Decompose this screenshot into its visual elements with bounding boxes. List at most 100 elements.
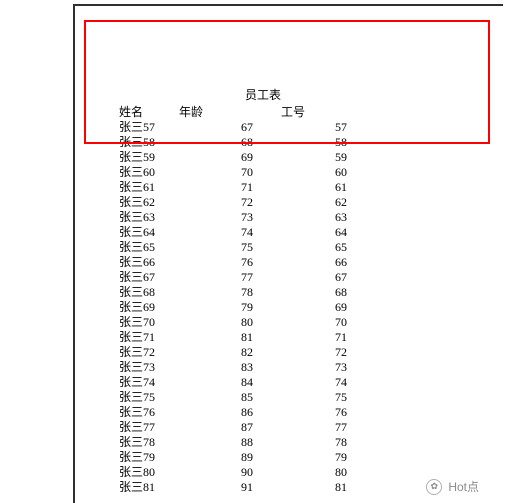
print-page: 员工表 姓名 年龄 工号 张三576757张三586858张三596959张三6… [73,4,503,503]
cell-name: 张三59 [119,150,179,165]
cell-emp-no: 76 [281,405,347,420]
cell-name: 张三76 [119,405,179,420]
cell-age: 86 [179,405,281,420]
report-title: 员工表 [245,86,281,103]
table-row: 张三637363 [119,210,347,225]
cell-age: 88 [179,435,281,450]
cell-age: 76 [179,255,281,270]
cell-age: 91 [179,480,281,495]
col-header-name: 姓名 [119,105,179,120]
table-row: 张三708070 [119,315,347,330]
table-row: 张三586858 [119,135,347,150]
table-row: 张三596959 [119,150,347,165]
cell-emp-no: 59 [281,150,347,165]
cell-emp-no: 66 [281,255,347,270]
cell-age: 78 [179,285,281,300]
cell-name: 张三69 [119,300,179,315]
cell-name: 张三63 [119,210,179,225]
table-row: 张三778777 [119,420,347,435]
table-row: 张三627262 [119,195,347,210]
cell-emp-no: 70 [281,315,347,330]
cell-emp-no: 67 [281,270,347,285]
cell-age: 75 [179,240,281,255]
cell-emp-no: 80 [281,465,347,480]
cell-emp-no: 78 [281,435,347,450]
table-row: 张三718171 [119,330,347,345]
cell-name: 张三57 [119,120,179,135]
table-row: 张三576757 [119,120,347,135]
table-row: 张三728272 [119,345,347,360]
table-row: 张三798979 [119,450,347,465]
cell-emp-no: 73 [281,360,347,375]
watermark-label: Hot点 [448,478,479,495]
cell-emp-no: 58 [281,135,347,150]
cell-emp-no: 74 [281,375,347,390]
cell-emp-no: 81 [281,480,347,495]
cell-name: 张三71 [119,330,179,345]
cell-emp-no: 65 [281,240,347,255]
col-header-emp-no: 工号 [281,105,347,120]
table-row: 张三738373 [119,360,347,375]
cell-age: 80 [179,315,281,330]
cell-age: 81 [179,330,281,345]
cell-name: 张三81 [119,480,179,495]
cell-name: 张三74 [119,375,179,390]
cell-emp-no: 62 [281,195,347,210]
cell-age: 71 [179,180,281,195]
cell-age: 77 [179,270,281,285]
cell-age: 89 [179,450,281,465]
cell-age: 69 [179,150,281,165]
table-row: 张三768676 [119,405,347,420]
cell-emp-no: 69 [281,300,347,315]
cell-emp-no: 75 [281,390,347,405]
cell-age: 79 [179,300,281,315]
table-row: 张三758575 [119,390,347,405]
cell-name: 张三80 [119,465,179,480]
cell-name: 张三58 [119,135,179,150]
cell-name: 张三66 [119,255,179,270]
wechat-icon: ✿ [426,479,442,495]
cell-name: 张三65 [119,240,179,255]
table-row: 张三657565 [119,240,347,255]
table-row: 张三697969 [119,300,347,315]
cell-name: 张三78 [119,435,179,450]
cell-age: 84 [179,375,281,390]
cell-age: 72 [179,195,281,210]
table-row: 张三819181 [119,480,347,495]
table-row: 张三788878 [119,435,347,450]
table-row: 张三607060 [119,165,347,180]
cell-age: 68 [179,135,281,150]
cell-name: 张三79 [119,450,179,465]
table-row: 张三647464 [119,225,347,240]
cell-emp-no: 79 [281,450,347,465]
cell-name: 张三60 [119,165,179,180]
cell-emp-no: 60 [281,165,347,180]
employee-table: 姓名 年龄 工号 张三576757张三586858张三596959张三60706… [119,105,347,495]
table-row: 张三667666 [119,255,347,270]
table-row: 张三809080 [119,465,347,480]
table-row: 张三687868 [119,285,347,300]
cell-name: 张三68 [119,285,179,300]
cell-age: 67 [179,120,281,135]
cell-emp-no: 64 [281,225,347,240]
table-row: 张三617161 [119,180,347,195]
cell-age: 87 [179,420,281,435]
col-header-age: 年龄 [179,105,281,120]
cell-age: 83 [179,360,281,375]
watermark: ✿ Hot点 [426,478,479,495]
cell-name: 张三75 [119,390,179,405]
cell-name: 张三77 [119,420,179,435]
cell-age: 90 [179,465,281,480]
table-row: 张三748474 [119,375,347,390]
cell-name: 张三70 [119,315,179,330]
table-row: 张三677767 [119,270,347,285]
cell-age: 70 [179,165,281,180]
cell-name: 张三62 [119,195,179,210]
cell-age: 74 [179,225,281,240]
cell-emp-no: 68 [281,285,347,300]
cell-emp-no: 71 [281,330,347,345]
cell-name: 张三72 [119,345,179,360]
cell-age: 82 [179,345,281,360]
cell-name: 张三61 [119,180,179,195]
cell-emp-no: 57 [281,120,347,135]
